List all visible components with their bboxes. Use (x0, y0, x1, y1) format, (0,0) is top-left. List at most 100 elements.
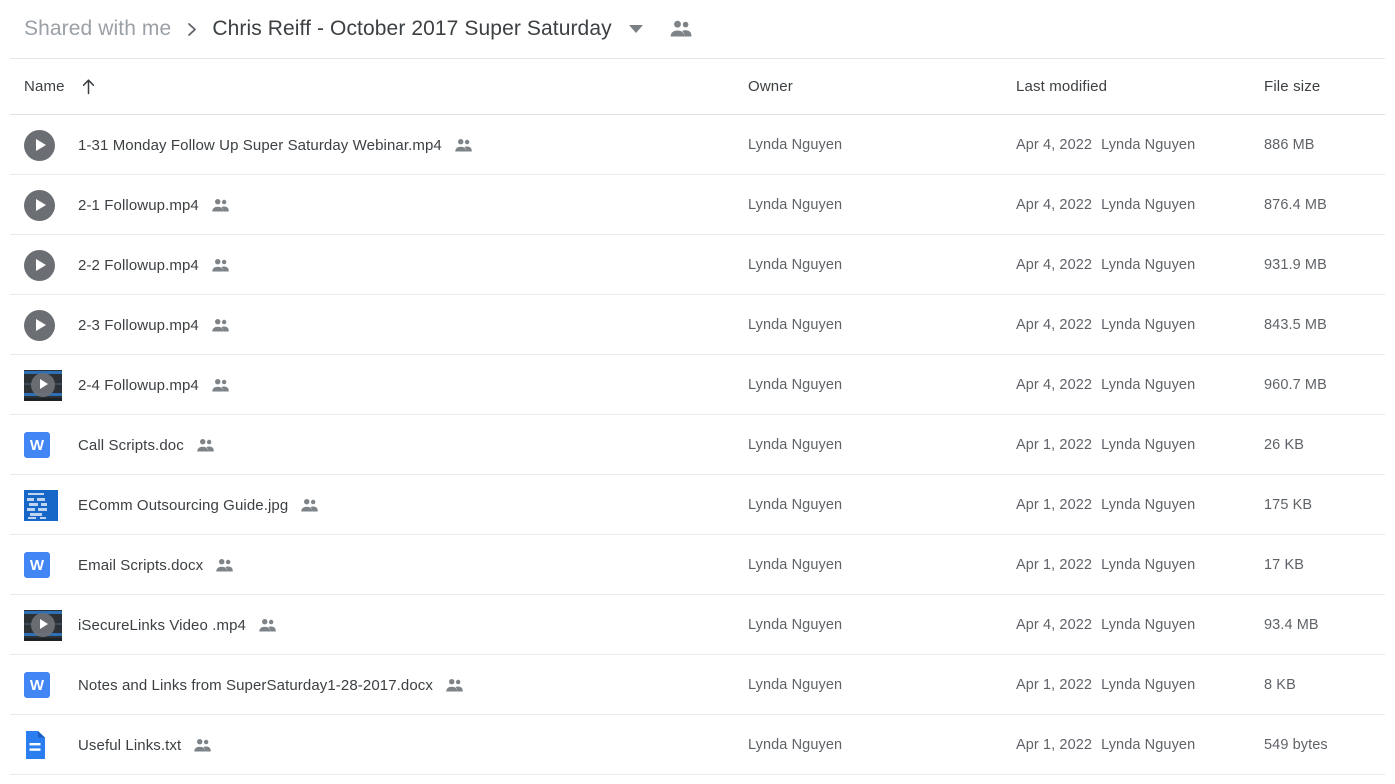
file-owner-label: Lynda Nguyen (748, 137, 843, 153)
table-row[interactable]: 2-1 Followup.mp4 Lynda Nguyen Apr 4, 2022 L… (0, 175, 1395, 235)
column-header-name-label: Name (24, 78, 65, 95)
file-owner-label: Lynda Nguyen (748, 617, 843, 633)
file-owner-label: Lynda Nguyen (748, 197, 843, 213)
table-row[interactable]: EComm Outsourcing Guide.jpg Lynda Nguyen A… (0, 475, 1395, 535)
file-last-modified-cell: Apr 4, 2022 Lynda Nguyen (1016, 235, 1195, 295)
file-size-label: 8 KB (1264, 677, 1296, 693)
file-name-label: 1-31 Monday Follow Up Super Saturday Web… (78, 136, 442, 154)
file-name-cell[interactable]: Notes and Links from SuperSaturday1-28-2… (78, 655, 464, 715)
file-modified-date: Apr 4, 2022 (1016, 617, 1093, 633)
file-modified-by: Lynda Nguyen (1101, 737, 1196, 753)
file-modified-by: Lynda Nguyen (1101, 377, 1196, 393)
column-header-file-size[interactable]: File size (1264, 78, 1320, 95)
video-circle-icon (24, 309, 55, 341)
table-row[interactable]: iSecureLinks Video .mp4 Lynda Nguyen Apr 4… (0, 595, 1395, 655)
file-modified-date: Apr 4, 2022 (1016, 137, 1093, 153)
file-size-cell: 931.9 MB (1264, 235, 1327, 295)
shared-people-icon (211, 258, 230, 273)
file-last-modified-cell: Apr 4, 2022 Lynda Nguyen (1016, 115, 1195, 175)
file-owner-cell: Lynda Nguyen (748, 475, 842, 535)
file-owner-cell: Lynda Nguyen (748, 115, 842, 175)
people-shared-icon[interactable] (669, 20, 693, 38)
arrow-up-icon[interactable] (81, 78, 96, 95)
file-type-icon-cell (24, 475, 62, 535)
table-row[interactable]: W Notes and Links from SuperSaturday1-28-… (0, 655, 1395, 715)
file-name-label: iSecureLinks Video .mp4 (78, 616, 246, 634)
shared-people-icon (211, 318, 230, 333)
file-owner-label: Lynda Nguyen (748, 557, 843, 573)
file-size-label: 960.7 MB (1264, 377, 1327, 393)
table-row[interactable]: 2-2 Followup.mp4 Lynda Nguyen Apr 4, 2022 L… (0, 235, 1395, 295)
file-modified-date: Apr 4, 2022 (1016, 377, 1093, 393)
file-last-modified-cell: Apr 1, 2022 Lynda Nguyen (1016, 475, 1195, 535)
breadcrumb-current-folder[interactable]: Chris Reiff - October 2017 Super Saturda… (212, 17, 611, 41)
table-row[interactable]: 1-31 Monday Follow Up Super Saturday Web… (0, 115, 1395, 175)
file-name-cell[interactable]: EComm Outsourcing Guide.jpg (78, 475, 319, 535)
file-type-icon-cell: W (24, 535, 62, 595)
file-name-label: Call Scripts.doc (78, 436, 184, 454)
table-row[interactable]: W Call Scripts.doc Lynda Nguyen Apr 1, 2022… (0, 415, 1395, 475)
file-modified-date: Apr 4, 2022 (1016, 197, 1093, 213)
file-type-icon-cell (24, 235, 62, 295)
table-row[interactable]: 2-4 Followup.mp4 Lynda Nguyen Apr 4, 2022 L… (0, 355, 1395, 415)
video-circle-icon (24, 189, 55, 221)
file-name-cell[interactable]: iSecureLinks Video .mp4 (78, 595, 277, 655)
file-name-cell[interactable]: 2-4 Followup.mp4 (78, 355, 230, 415)
file-modified-by: Lynda Nguyen (1101, 617, 1196, 633)
file-type-icon-cell (24, 295, 62, 355)
file-modified-date: Apr 1, 2022 (1016, 497, 1093, 513)
file-owner-cell: Lynda Nguyen (748, 175, 842, 235)
file-name-cell[interactable]: Call Scripts.doc (78, 415, 215, 475)
file-last-modified-cell: Apr 4, 2022 Lynda Nguyen (1016, 355, 1195, 415)
file-last-modified-cell: Apr 1, 2022 Lynda Nguyen (1016, 715, 1195, 775)
table-row[interactable]: W Email Scripts.docx Lynda Nguyen Apr 1, 20… (0, 535, 1395, 595)
column-header-owner[interactable]: Owner (748, 78, 793, 95)
column-header-row: Name Owner Last modified File size (0, 59, 1395, 114)
chevron-down-icon[interactable] (628, 25, 643, 33)
file-name-cell[interactable]: Useful Links.txt (78, 715, 212, 775)
column-header-name[interactable]: Name (24, 78, 96, 95)
file-size-cell: 960.7 MB (1264, 355, 1327, 415)
file-name-cell[interactable]: Email Scripts.docx (78, 535, 234, 595)
breadcrumb-parent-shared-with-me[interactable]: Shared with me (24, 17, 171, 41)
file-last-modified-cell: Apr 4, 2022 Lynda Nguyen (1016, 175, 1195, 235)
file-modified-date: Apr 1, 2022 (1016, 677, 1093, 693)
shared-people-icon (196, 438, 215, 453)
column-header-last-modified[interactable]: Last modified (1016, 78, 1107, 95)
file-modified-by: Lynda Nguyen (1101, 677, 1196, 693)
file-size-cell: 93.4 MB (1264, 595, 1319, 655)
file-name-cell[interactable]: 2-1 Followup.mp4 (78, 175, 230, 235)
file-modified-date: Apr 4, 2022 (1016, 317, 1093, 333)
file-size-label: 17 KB (1264, 557, 1304, 573)
file-owner-cell: Lynda Nguyen (748, 415, 842, 475)
file-owner-cell: Lynda Nguyen (748, 535, 842, 595)
breadcrumb-separator-icon (186, 22, 199, 37)
file-list: 1-31 Monday Follow Up Super Saturday Web… (0, 115, 1395, 775)
file-last-modified-cell: Apr 1, 2022 Lynda Nguyen (1016, 655, 1195, 715)
shared-people-icon (211, 378, 230, 393)
file-name-cell[interactable]: 2-2 Followup.mp4 (78, 235, 230, 295)
file-owner-label: Lynda Nguyen (748, 737, 843, 753)
file-owner-label: Lynda Nguyen (748, 677, 843, 693)
table-row[interactable]: Useful Links.txt Lynda Nguyen Apr 1, 2022 L… (0, 715, 1395, 775)
file-modified-date: Apr 4, 2022 (1016, 257, 1093, 273)
file-owner-cell: Lynda Nguyen (748, 355, 842, 415)
file-name-cell[interactable]: 1-31 Monday Follow Up Super Saturday Web… (78, 115, 473, 175)
file-name-cell[interactable]: 2-3 Followup.mp4 (78, 295, 230, 355)
file-size-cell: 549 bytes (1264, 715, 1328, 775)
shared-people-icon (258, 618, 277, 633)
file-size-label: 931.9 MB (1264, 257, 1327, 273)
shared-people-icon (193, 738, 212, 753)
file-type-icon-cell (24, 355, 62, 415)
file-owner-label: Lynda Nguyen (748, 257, 843, 273)
table-row[interactable]: 2-3 Followup.mp4 Lynda Nguyen Apr 4, 2022 L… (0, 295, 1395, 355)
file-type-icon-cell (24, 115, 62, 175)
video-thumbnail-icon (24, 369, 62, 401)
file-size-cell: 17 KB (1264, 535, 1304, 595)
file-type-icon-cell (24, 175, 62, 235)
file-size-cell: 876.4 MB (1264, 175, 1327, 235)
video-thumbnail-icon (24, 609, 62, 641)
file-size-cell: 8 KB (1264, 655, 1296, 715)
file-size-label: 93.4 MB (1264, 617, 1319, 633)
file-last-modified-cell: Apr 4, 2022 Lynda Nguyen (1016, 295, 1195, 355)
